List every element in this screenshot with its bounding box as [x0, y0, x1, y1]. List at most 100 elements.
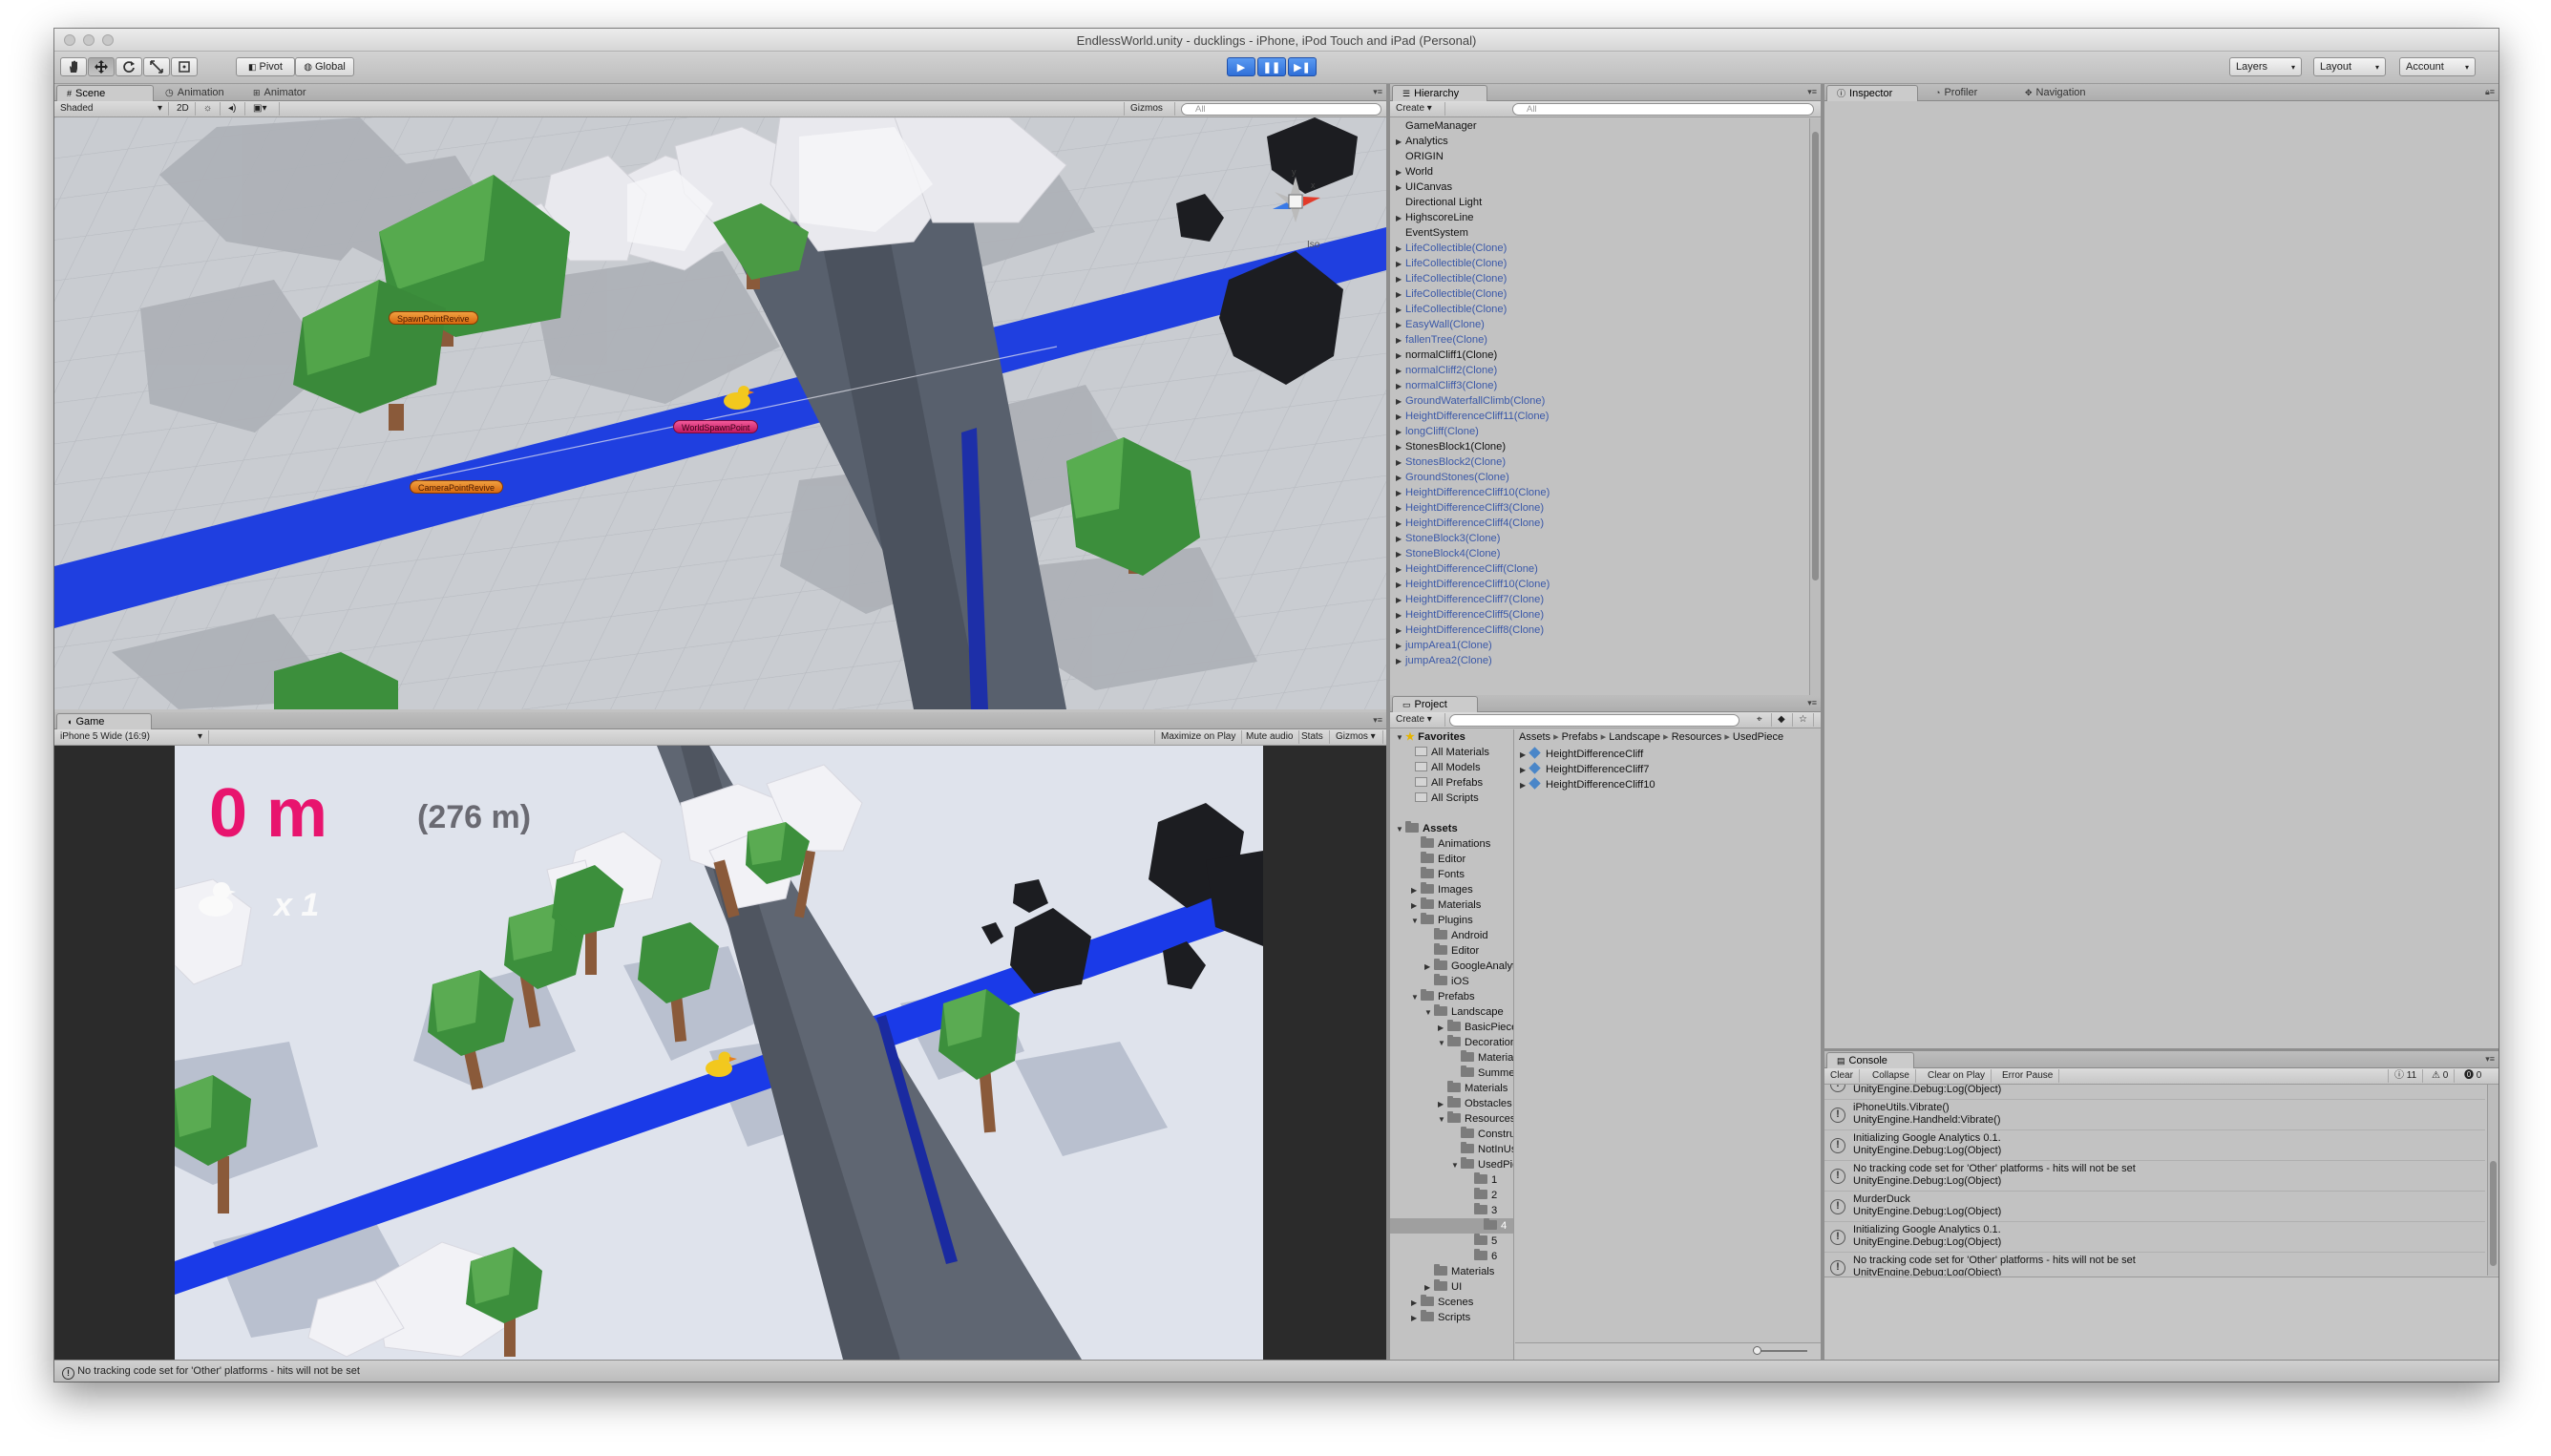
move-tool-button[interactable]: [88, 57, 115, 76]
expand-arrow-icon[interactable]: ▶: [1520, 778, 1529, 793]
breadcrumb-item[interactable]: Prefabs: [1562, 731, 1598, 743]
project-folder-item[interactable]: ▼ Landscape: [1424, 1004, 1504, 1020]
gizmos-dropdown[interactable]: Gizmos ▾: [1124, 102, 1175, 127]
project-folder-item[interactable]: 2: [1465, 1188, 1497, 1203]
console-log-entry[interactable]: !UnityEngine.Debug:Log(Object): [1824, 1085, 2485, 1100]
expand-arrow-icon[interactable]: ▼: [1411, 990, 1421, 1005]
project-folder-item[interactable]: ▶ Obstacles: [1438, 1096, 1512, 1111]
hierarchy-item[interactable]: ▶ normalCliff3(Clone): [1396, 378, 1497, 393]
project-folder-item[interactable]: ▼ Prefabs: [1411, 989, 1475, 1004]
project-folder-item[interactable]: 5: [1465, 1234, 1497, 1249]
warning-count-toggle[interactable]: ⚠ 0: [2426, 1069, 2456, 1083]
hierarchy-item[interactable]: ▶ EasyWall(Clone): [1396, 317, 1485, 332]
tag-spawn-point-revive[interactable]: SpawnPointRevive: [389, 311, 478, 325]
game-viewport[interactable]: 0 m (276 m) x 1: [175, 746, 1263, 1360]
expand-arrow-icon[interactable]: ▶: [1411, 898, 1421, 914]
expand-arrow-icon[interactable]: ▼: [1451, 1158, 1461, 1173]
hierarchy-item[interactable]: ▶ HeightDifferenceCliff11(Clone): [1396, 409, 1549, 424]
hierarchy-item[interactable]: ▶ LifeCollectible(Clone): [1396, 286, 1507, 302]
hierarchy-item[interactable]: ▶ StonesBlock1(Clone): [1396, 439, 1506, 454]
hierarchy-item[interactable]: ▶ LifeCollectible(Clone): [1396, 256, 1507, 271]
expand-arrow-icon[interactable]: ▶: [1396, 471, 1405, 486]
hierarchy-item[interactable]: ▶ HeightDifferenceCliff(Clone): [1396, 561, 1538, 577]
project-folder-item[interactable]: Materials: [1438, 1081, 1507, 1096]
project-folder-item[interactable]: 3: [1465, 1203, 1497, 1218]
project-folder-item[interactable]: ▼UsedPie: [1451, 1157, 1513, 1173]
favorite-item[interactable]: All Materials: [1415, 745, 1489, 760]
expand-arrow-icon[interactable]: ▶: [1520, 748, 1529, 763]
project-folder-item[interactable]: ▼ Plugins: [1411, 913, 1473, 928]
expand-arrow-icon[interactable]: ▼: [1438, 1036, 1447, 1051]
project-folder-item[interactable]: Constru: [1451, 1127, 1513, 1142]
expand-arrow-icon[interactable]: ▶: [1396, 272, 1405, 287]
expand-arrow-icon[interactable]: ▶: [1396, 486, 1405, 501]
expand-arrow-icon[interactable]: ▶: [1438, 1097, 1447, 1112]
panel-menu-icon[interactable]: ▾≡: [2485, 1054, 2495, 1065]
expand-arrow-icon[interactable]: ▶: [1396, 394, 1405, 410]
hierarchy-item[interactable]: ORIGIN: [1396, 149, 1444, 164]
play-button[interactable]: ▶: [1227, 57, 1255, 76]
expand-arrow-icon[interactable]: ▶: [1396, 639, 1405, 654]
hierarchy-item[interactable]: ▶ LifeCollectible(Clone): [1396, 241, 1507, 256]
project-folder-item[interactable]: Fonts: [1411, 867, 1465, 882]
expand-arrow-icon[interactable]: ▶: [1396, 180, 1405, 196]
favorite-item[interactable]: All Prefabs: [1415, 775, 1483, 791]
hierarchy-item[interactable]: ▶ StoneBlock4(Clone): [1396, 546, 1501, 561]
project-folder-item[interactable]: 1: [1465, 1172, 1497, 1188]
hierarchy-item[interactable]: ▶ StonesBlock2(Clone): [1396, 454, 1506, 470]
hierarchy-item[interactable]: ▶ UICanvas: [1396, 179, 1452, 195]
hierarchy-item[interactable]: ▶ longCliff(Clone): [1396, 424, 1479, 439]
effects-dropdown[interactable]: ▣▾: [247, 102, 280, 116]
panel-menu-icon[interactable]: ▾≡: [1373, 715, 1382, 726]
scrollbar-thumb[interactable]: [1812, 132, 1819, 580]
expand-arrow-icon[interactable]: ▶: [1396, 654, 1405, 669]
stats-toggle[interactable]: Stats: [1296, 730, 1330, 744]
project-folder-item[interactable]: ▶ Images: [1411, 882, 1473, 897]
project-folder-item[interactable]: ▶ GoogleAnalyt: [1424, 959, 1513, 975]
expand-arrow-icon[interactable]: ▶: [1424, 960, 1434, 975]
icon-size-slider[interactable]: [1756, 1350, 1807, 1352]
tab-animator[interactable]: ⊞ Animator: [243, 85, 316, 101]
audio-toggle-button[interactable]: ◂): [222, 102, 245, 116]
expand-arrow-icon[interactable]: ▼: [1438, 1112, 1447, 1128]
hierarchy-item[interactable]: ▶ jumpArea2(Clone): [1396, 653, 1492, 668]
rotate-tool-button[interactable]: [116, 57, 142, 76]
project-folder-item[interactable]: ▶ UI: [1424, 1279, 1462, 1295]
game-gizmos-dropdown[interactable]: Gizmos ▾: [1330, 730, 1383, 744]
breadcrumb-item[interactable]: Assets: [1519, 731, 1550, 743]
lock-icon[interactable]: 🔒︎≡: [2485, 87, 2495, 97]
expand-arrow-icon[interactable]: ▶: [1396, 410, 1405, 425]
hierarchy-item[interactable]: ▶ GroundWaterfallClimb(Clone): [1396, 393, 1545, 409]
console-error-pause-button[interactable]: Error Pause: [1996, 1069, 2060, 1083]
breadcrumb-item[interactable]: UsedPiece: [1733, 731, 1783, 743]
panel-menu-icon[interactable]: ▾≡: [1807, 87, 1817, 97]
project-folder-item[interactable]: Summer: [1451, 1066, 1513, 1081]
expand-arrow-icon[interactable]: ▶: [1396, 440, 1405, 455]
hierarchy-item[interactable]: ▶ HeightDifferenceCliff7(Clone): [1396, 592, 1544, 607]
tab-project[interactable]: ▭ Project: [1392, 696, 1478, 712]
expand-arrow-icon[interactable]: ▶: [1411, 1296, 1421, 1311]
hierarchy-item[interactable]: ▶ jumpArea1(Clone): [1396, 638, 1492, 653]
expand-arrow-icon[interactable]: ▶: [1396, 578, 1405, 593]
tag-camera-point-revive[interactable]: CameraPointRevive: [410, 480, 504, 494]
expand-arrow-icon[interactable]: ▶: [1396, 379, 1405, 394]
panel-menu-icon[interactable]: ▾≡: [1373, 87, 1382, 97]
console-log-entry[interactable]: ! Initializing Google Analytics 0.1. Unity…: [1824, 1222, 2485, 1253]
expand-arrow-icon[interactable]: ▶: [1396, 532, 1405, 547]
project-folder-item[interactable]: ▼ Resources: [1438, 1111, 1513, 1128]
tab-inspector[interactable]: ⓘ Inspector: [1826, 85, 1918, 101]
tab-hierarchy[interactable]: ☰ Hierarchy: [1392, 85, 1487, 101]
console-log-entry[interactable]: ! iPhoneUtils.Vibrate() UnityEngine.Handhe…: [1824, 1100, 2485, 1130]
hierarchy-item[interactable]: ▶ normalCliff2(Clone): [1396, 363, 1497, 378]
layout-dropdown[interactable]: Layout ▾: [2313, 57, 2386, 76]
expand-arrow-icon[interactable]: ▶: [1396, 348, 1405, 364]
expand-arrow-icon[interactable]: ▶: [1396, 303, 1405, 318]
project-folder-item[interactable]: ▼ Decoration: [1438, 1035, 1513, 1051]
hierarchy-item[interactable]: ▶ LifeCollectible(Clone): [1396, 302, 1507, 317]
project-folder-item[interactable]: 6: [1465, 1249, 1497, 1264]
console-log-entry[interactable]: ! No tracking code set for 'Other' platfo…: [1824, 1161, 2485, 1192]
expand-arrow-icon[interactable]: ▶: [1411, 883, 1421, 898]
scrollbar-thumb[interactable]: [2490, 1161, 2497, 1266]
project-create-dropdown[interactable]: Create ▾: [1390, 713, 1445, 727]
2d-toggle-button[interactable]: 2D: [171, 102, 196, 116]
